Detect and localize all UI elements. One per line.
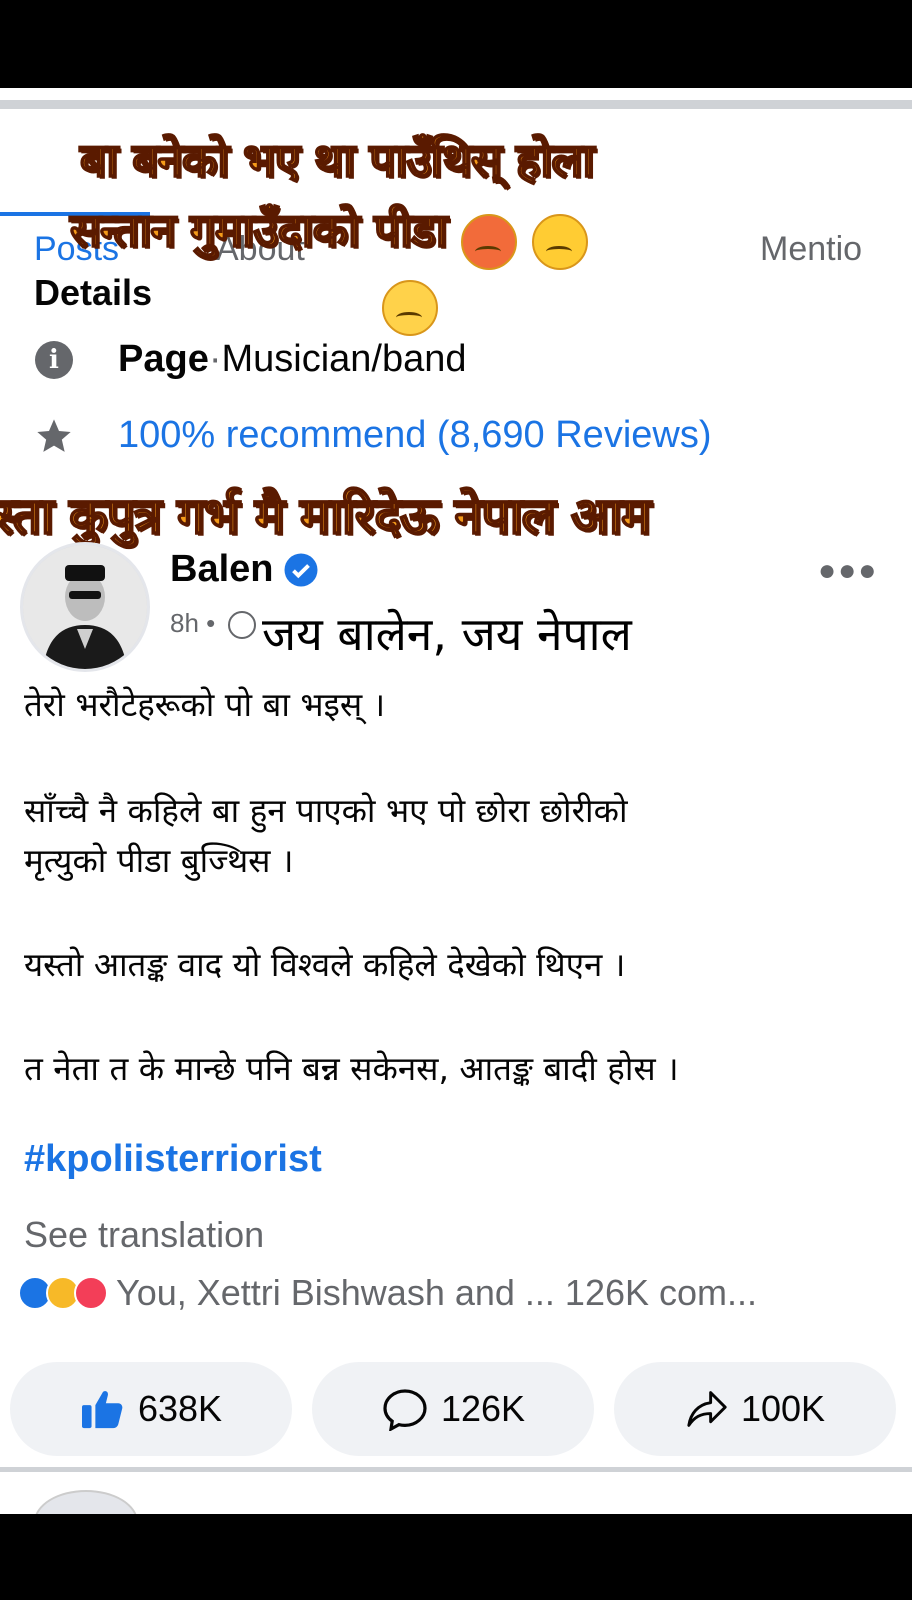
post-time: 8h bbox=[170, 608, 199, 638]
reactions-summary[interactable]: You, Xettri Bishwash and ... 126K com... bbox=[18, 1272, 757, 1314]
verified-badge-icon bbox=[284, 553, 318, 586]
pleading-emoji-icon bbox=[531, 213, 588, 270]
like-count: 638K bbox=[137, 1388, 223, 1429]
see-translation-link[interactable]: See translation bbox=[24, 1214, 264, 1256]
post-text-line-4: यस्तो आतङ्क वाद यो विश्वले कहिले देखेको … bbox=[24, 945, 626, 984]
post-text-line-3: मृत्युको पीडा बुज्थिस । bbox=[24, 841, 294, 880]
post-hashtag[interactable]: #kpoliisterriorist bbox=[24, 1138, 322, 1181]
angry-emoji-icon bbox=[461, 213, 518, 270]
crying-emoji-icon bbox=[382, 280, 438, 336]
info-icon: i bbox=[34, 340, 74, 380]
overlay-banner: स्ता कुपुत्र गर्भ मै मारिदेऊ नेपाल आम bbox=[0, 486, 652, 546]
like-button[interactable]: 638K bbox=[10, 1362, 292, 1456]
comment-icon bbox=[383, 1389, 427, 1431]
post-text-line-2: साँच्चै नै कहिले बा हुन पाएको भए पो छोरा… bbox=[24, 791, 628, 830]
post-time-separator: • bbox=[198, 608, 216, 638]
star-icon bbox=[34, 416, 74, 456]
like-icon bbox=[81, 1391, 123, 1429]
screen-frame: Posts About Mentio बा बनेको भए था पाउँथि… bbox=[0, 88, 912, 1514]
recommend-link[interactable]: 100% recommend (8,690 Reviews) bbox=[118, 414, 712, 457]
comment-count: 126K bbox=[440, 1388, 526, 1429]
share-button[interactable]: 100K bbox=[614, 1362, 896, 1456]
love-reaction-icon bbox=[74, 1276, 108, 1310]
share-count: 100K bbox=[740, 1388, 826, 1429]
post-author[interactable]: Balen bbox=[170, 548, 319, 591]
tab-mentions[interactable]: Mentio bbox=[760, 230, 862, 269]
more-options-icon[interactable]: ●●● bbox=[818, 554, 878, 588]
overlay-caption-line2-wrap: सन्तान गुमाउँदाको पीडा bbox=[69, 198, 588, 270]
comment-button[interactable]: 126K bbox=[312, 1362, 594, 1456]
page-separator: · bbox=[208, 338, 222, 380]
reactions-text: You, Xettri Bishwash and ... 126K com... bbox=[116, 1272, 758, 1313]
caption-overlay: जय बालेन, जय नेपाल bbox=[258, 602, 636, 664]
post-meta: 8h • bbox=[170, 608, 257, 640]
post-text-line-5: त नेता त के मान्छे पनि बन्न सकेनस, आतङ्क… bbox=[24, 1049, 679, 1088]
post-text-line-1: तेरो भरौटेहरूको पो बा भइस् । bbox=[24, 685, 386, 724]
page-category: Musician/band bbox=[221, 338, 467, 380]
author-name[interactable]: Balen bbox=[170, 548, 273, 591]
overlay-caption-line1: बा बनेको भए था पाउँथिस् होला bbox=[79, 132, 595, 188]
next-post-avatar-peek bbox=[34, 1490, 138, 1514]
details-heading: Details bbox=[34, 272, 153, 313]
page-label: Page bbox=[118, 338, 209, 380]
overlay-caption-line2: सन्तान गुमाउँदाको पीडा bbox=[69, 202, 449, 258]
bottom-divider bbox=[0, 1467, 912, 1472]
share-icon bbox=[687, 1391, 727, 1427]
top-divider bbox=[0, 100, 912, 109]
page-category-row: i Page · Musician/band bbox=[34, 338, 467, 381]
recommend-row[interactable]: 100% recommend (8,690 Reviews) bbox=[34, 414, 712, 457]
author-avatar[interactable] bbox=[20, 542, 150, 672]
globe-icon bbox=[228, 611, 257, 640]
